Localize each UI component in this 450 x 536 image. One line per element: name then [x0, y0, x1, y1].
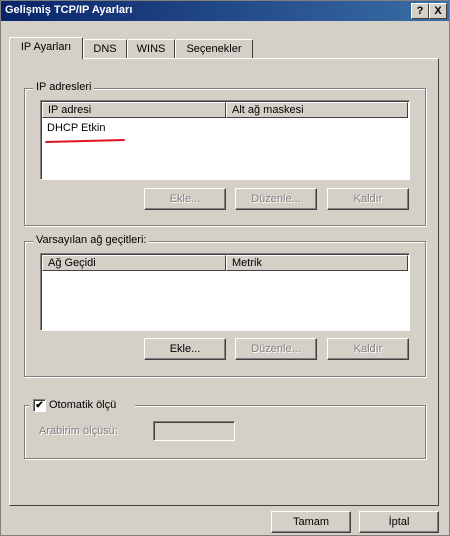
automatic-metric-option[interactable]: ✔ Otomatik ölçü — [29, 398, 135, 414]
tab-wins[interactable]: WINS — [127, 39, 175, 58]
tab-panel-ip-settings: IP adresleri IP adresi Alt ağ maskesi DH… — [9, 58, 439, 506]
automatic-metric-label: Otomatik ölçü — [49, 399, 117, 411]
ok-button[interactable]: Tamam — [271, 511, 351, 533]
add-ip-button[interactable]: Ekle... — [144, 188, 226, 210]
remove-gateway-button[interactable]: Kaldır — [327, 338, 409, 360]
advanced-tcpip-dialog: Gelişmiş TCP/IP Ayarları ? X IP Ayarları… — [0, 0, 450, 536]
edit-gateway-button[interactable]: Düzenle... — [235, 338, 317, 360]
interface-metric-label: Arabirim ölçüsü: — [39, 425, 118, 437]
help-button[interactable]: ? — [411, 3, 429, 19]
default-gateways-group: Varsayılan ağ geçitleri: Ağ Geçidi Metri… — [24, 234, 426, 377]
column-ip-address[interactable]: IP adresi — [42, 102, 226, 118]
tab-ip-settings[interactable]: IP Ayarları — [9, 37, 83, 59]
remove-ip-button[interactable]: Kaldır — [327, 188, 409, 210]
automatic-metric-checkbox[interactable]: ✔ — [33, 399, 46, 412]
tab-options[interactable]: Seçenekler — [175, 39, 253, 58]
tab-dns[interactable]: DNS — [83, 39, 127, 58]
close-button[interactable]: X — [429, 3, 447, 19]
ip-list-header: IP adresi Alt ağ maskesi — [42, 102, 409, 118]
column-gateway[interactable]: Ağ Geçidi — [42, 255, 226, 271]
ip-addresses-group-label: IP adresleri — [33, 81, 95, 93]
interface-metric-input[interactable] — [153, 421, 235, 441]
gateway-list[interactable]: Ağ Geçidi Metrik — [40, 253, 410, 331]
title-bar[interactable]: Gelişmiş TCP/IP Ayarları ? X — [1, 1, 449, 21]
default-gateways-group-label: Varsayılan ağ geçitleri: — [33, 234, 150, 246]
gateway-list-header: Ağ Geçidi Metrik — [42, 255, 409, 271]
ip-addresses-group: IP adresleri IP adresi Alt ağ maskesi DH… — [24, 81, 426, 226]
add-gateway-button[interactable]: Ekle... — [144, 338, 226, 360]
metric-group: ✔ Otomatik ölçü Arabirim ölçüsü: — [24, 398, 426, 459]
red-annotation-underline — [44, 138, 126, 144]
list-item[interactable]: DHCP Etkin — [47, 122, 105, 134]
column-subnet-mask[interactable]: Alt ağ maskesi — [226, 102, 408, 118]
cancel-button[interactable]: İptal — [359, 511, 439, 533]
column-metric[interactable]: Metrik — [226, 255, 408, 271]
edit-ip-button[interactable]: Düzenle... — [235, 188, 317, 210]
ip-address-list[interactable]: IP adresi Alt ağ maskesi DHCP Etkin — [40, 100, 410, 180]
window-title: Gelişmiş TCP/IP Ayarları — [5, 4, 133, 16]
